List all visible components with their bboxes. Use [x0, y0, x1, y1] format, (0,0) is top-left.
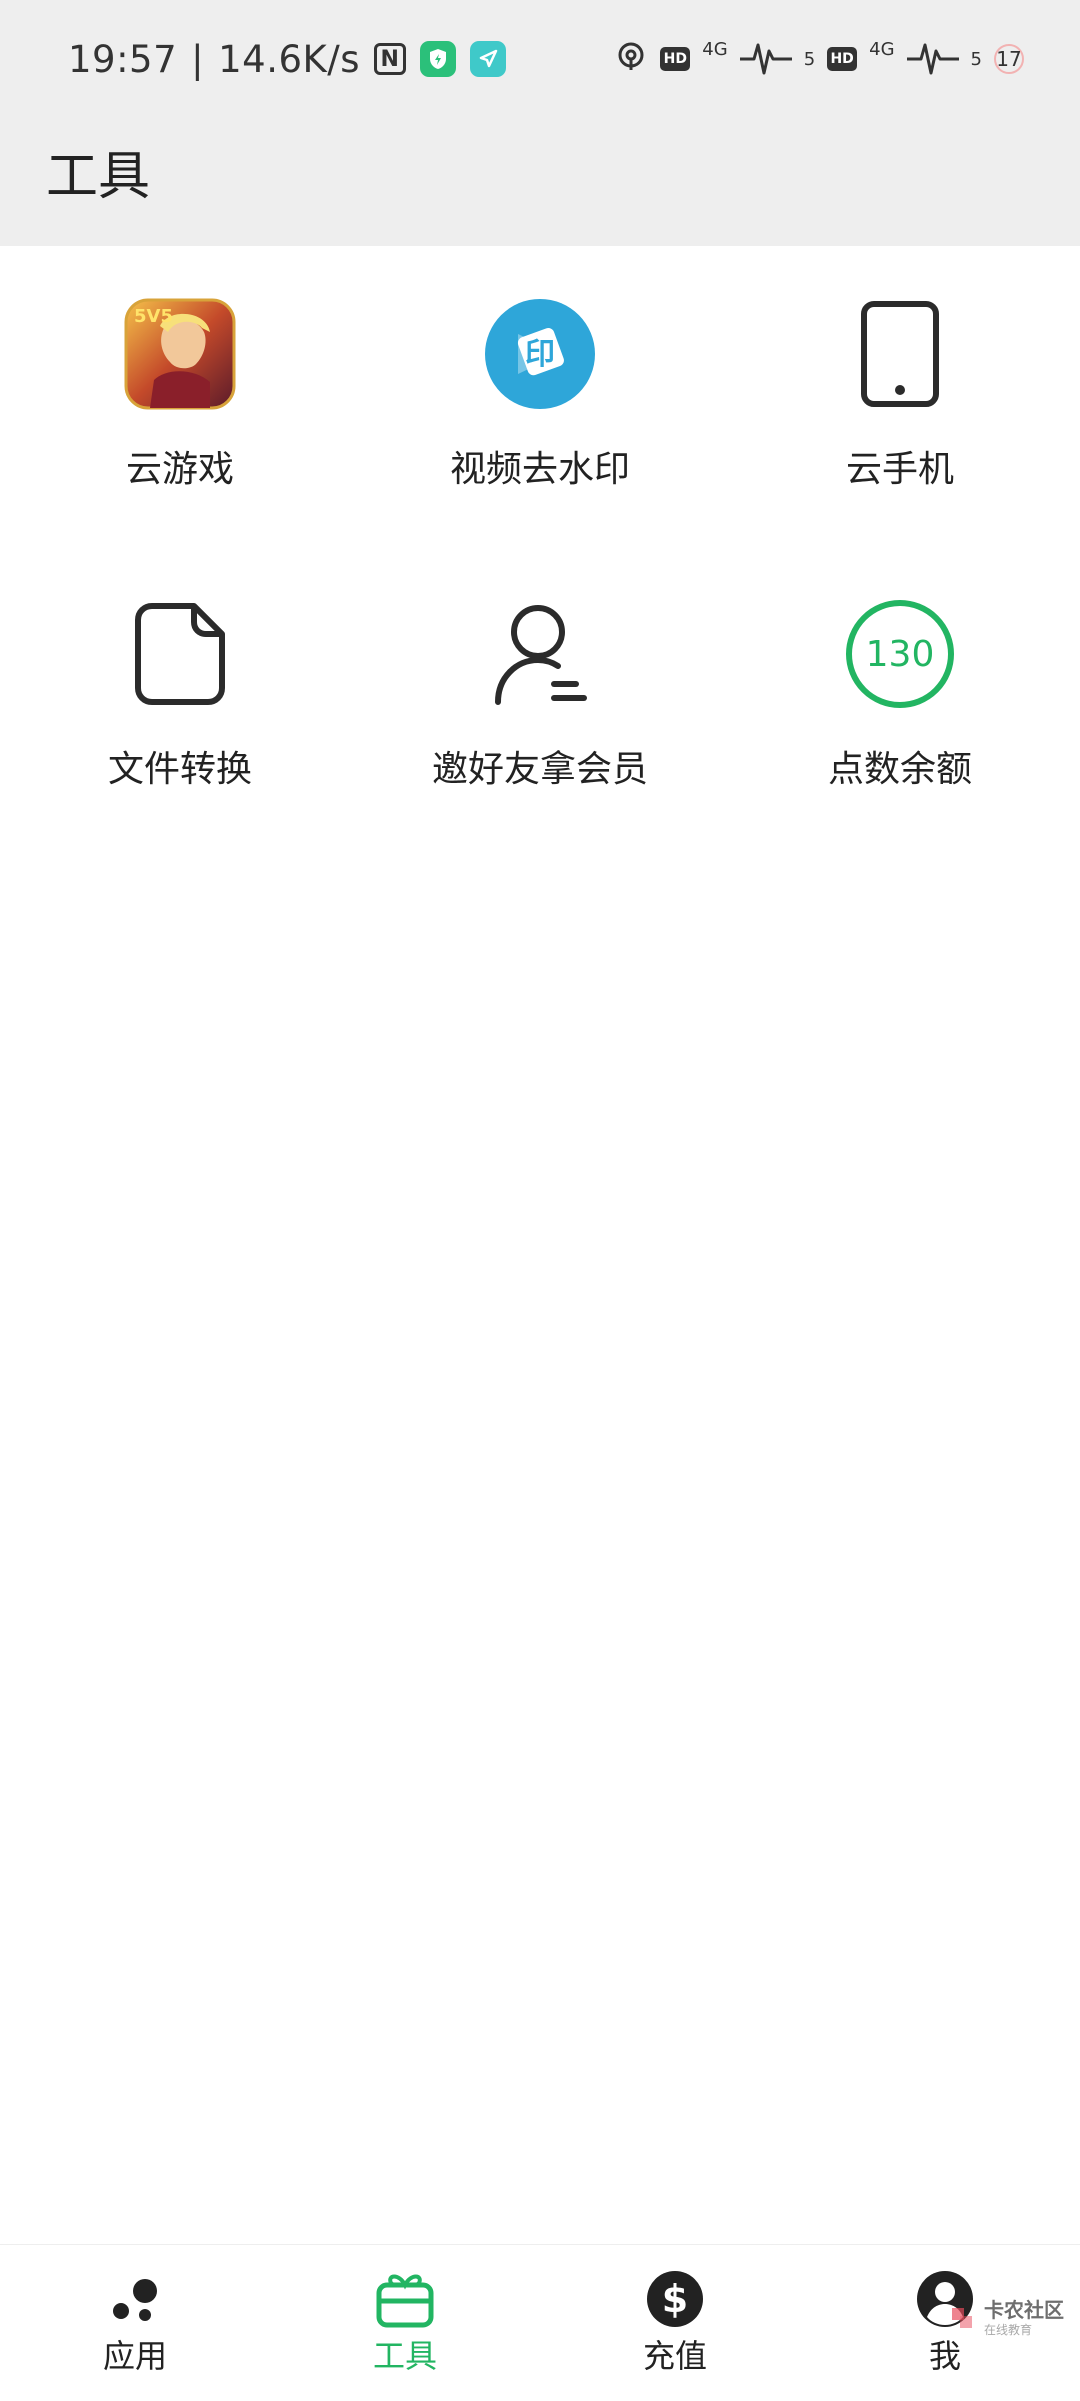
svg-text:5V5: 5V5: [134, 306, 173, 327]
security-shield-icon: [420, 41, 456, 77]
signal-strength-1: 5: [803, 48, 816, 70]
watermark: 卡农社区 在线教育: [950, 2300, 1064, 2340]
watermark-main: 卡农社区: [984, 2298, 1064, 2322]
page-title: 工具: [46, 147, 151, 207]
network-type-2: 4G: [869, 38, 895, 60]
invite-friend-icon: [484, 598, 596, 710]
nav-label: 充值: [642, 2337, 707, 2375]
watermark-remove-icon: 印: [484, 298, 596, 410]
tool-cloud-phone[interactable]: 云手机: [720, 246, 1080, 546]
status-right: HD 4G 5 HD 4G 5 17: [614, 34, 1024, 84]
tool-points-balance[interactable]: 130 点数余额: [720, 546, 1080, 846]
phone-icon: [844, 298, 956, 410]
tool-label: 点数余额: [827, 749, 972, 790]
status-separator: |: [191, 37, 205, 81]
tool-label: 云手机: [845, 449, 954, 490]
tool-video-watermark[interactable]: 印 视频去水印: [360, 246, 720, 546]
file-icon: [124, 598, 236, 710]
nfc-icon: N: [374, 43, 406, 75]
hd-icon-2: HD: [827, 47, 858, 71]
tool-label: 视频去水印: [449, 449, 630, 490]
battery-icon: 17: [994, 44, 1024, 74]
game-icon: 5V5: [124, 298, 236, 410]
nav-tab-apps[interactable]: 应用: [0, 2245, 270, 2401]
svg-text:$: $: [662, 2277, 688, 2321]
nav-tab-recharge[interactable]: $ 充值: [540, 2245, 810, 2401]
points-value: 130: [866, 634, 935, 675]
watermark-logo-icon: [952, 2308, 972, 2328]
header: 工具: [0, 118, 1080, 246]
tool-cloud-game[interactable]: 5V5 云游戏: [0, 246, 360, 546]
watermark-icon-text: 印: [525, 337, 555, 372]
nav-label: 应用: [102, 2337, 167, 2375]
points-balance-icon: 130: [844, 598, 956, 710]
tool-label: 云游戏: [125, 449, 234, 490]
hd-icon: HD: [660, 47, 691, 71]
network-type-1: 4G: [702, 38, 728, 60]
tool-label: 邀好友拿会员: [431, 749, 648, 790]
status-time: 19:57: [68, 37, 178, 81]
apps-icon: [105, 2269, 165, 2329]
dollar-icon: $: [645, 2269, 705, 2329]
tool-file-convert[interactable]: 文件转换: [0, 546, 360, 846]
watermark-sub: 在线教育: [984, 2323, 1033, 2337]
hotspot-icon: [614, 40, 648, 78]
network-speed: 14.6K/s: [218, 37, 360, 81]
tool-label: 文件转换: [107, 749, 252, 790]
tool-invite-friend[interactable]: 邀好友拿会员: [360, 546, 720, 846]
status-bar: 19:57 | 14.6K/s N HD 4G 5 HD 4G 5 17: [0, 0, 1080, 118]
nav-label: 工具: [372, 2337, 437, 2375]
gift-icon: [375, 2269, 435, 2329]
nav-tab-tools[interactable]: 工具: [270, 2245, 540, 2401]
signal-icon: [739, 37, 792, 81]
signal-icon-2: [906, 37, 959, 81]
bottom-nav: 应用 工具 $ 充值 我: [0, 2244, 1080, 2401]
signal-strength-2: 5: [970, 48, 982, 70]
location-icon: [470, 41, 506, 77]
status-left: 19:57 | 14.6K/s N: [68, 30, 506, 88]
